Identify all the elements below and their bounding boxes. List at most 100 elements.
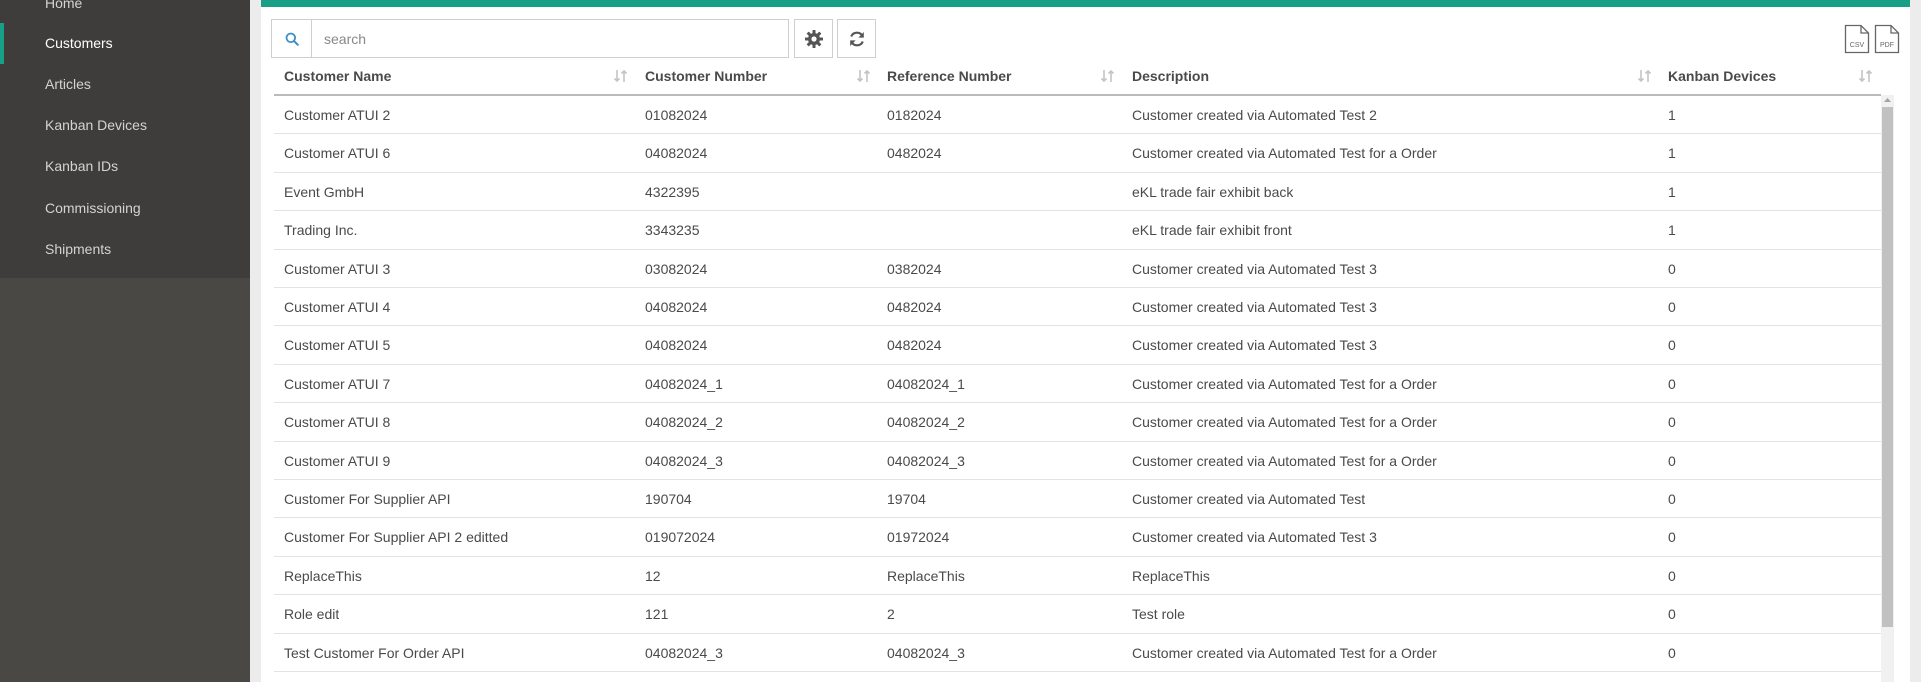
cell-customer-number: 04082024_3 xyxy=(645,644,723,661)
scroll-up-arrow-icon[interactable] xyxy=(1881,95,1894,105)
cell-reference-number: 0482024 xyxy=(887,299,942,315)
cell-reference-number: 04082024_2 xyxy=(887,414,965,431)
cell-customer-name: Customer ATUI 9 xyxy=(284,452,391,469)
cell-description: ReplaceThis xyxy=(1132,567,1210,584)
cell-description: Customer created via Automated Test 3 xyxy=(1132,260,1377,277)
table-row[interactable]: Event GmbH 4322395 eKL trade fair exhibit … xyxy=(274,173,1881,212)
cell-customer-name: Customer ATUI 3 xyxy=(284,260,391,277)
table-row[interactable]: Customer ATUI 7 04082024_1 04082024_1 Custo… xyxy=(274,365,1881,404)
table-row[interactable]: Trading Inc. 3343235 eKL trade fair exhibi… xyxy=(274,211,1881,250)
sort-icon[interactable] xyxy=(856,68,872,84)
sidebar-item-commissioning[interactable]: Commissioning xyxy=(0,188,250,229)
cell-kanban-devices: 1 xyxy=(1668,107,1676,123)
cell-description: Test role xyxy=(1132,606,1185,623)
table-header: Customer Name Customer Number Reference … xyxy=(274,59,1881,96)
cell-customer-number: 12 xyxy=(645,567,661,584)
cell-reference-number: 2 xyxy=(887,606,895,623)
cell-customer-name: Customer ATUI 5 xyxy=(284,337,391,354)
table-row[interactable]: Customer ATUI 8 04082024_2 04082024_2 Custo… xyxy=(274,403,1881,442)
cell-customer-name: Customer For Supplier API 2 editted xyxy=(284,529,509,546)
search-box xyxy=(271,19,789,58)
cell-kanban-devices: 0 xyxy=(1668,491,1676,507)
search-input[interactable] xyxy=(313,20,783,57)
table-row[interactable]: Role edit 121 2 Test role 0 xyxy=(274,595,1881,634)
cell-customer-name: Customer ATUI 4 xyxy=(284,299,391,315)
cell-customer-name: Customer ATUI 2 xyxy=(284,107,391,123)
cell-description: Customer created via Automated Test for … xyxy=(1132,145,1437,162)
table-row[interactable]: ReplaceThis 12 ReplaceThis ReplaceThis 0 xyxy=(274,557,1881,596)
column-header-customer-number[interactable]: Customer Number xyxy=(645,59,767,94)
sidebar: Home Customers Articles Kanban Devices K… xyxy=(0,0,250,682)
refresh-button[interactable] xyxy=(837,19,876,58)
sidebar-item-articles[interactable]: Articles xyxy=(0,64,250,105)
cell-customer-number: 3343235 xyxy=(645,222,700,239)
sort-icon[interactable] xyxy=(613,68,629,84)
cell-kanban-devices: 0 xyxy=(1668,337,1676,354)
cell-customer-number: 4322395 xyxy=(645,183,700,200)
cell-kanban-devices: 0 xyxy=(1668,414,1676,431)
export-pdf-button[interactable]: PDF xyxy=(1874,24,1900,54)
cell-customer-name: Customer ATUI 7 xyxy=(284,375,391,392)
cell-customer-number: 190704 xyxy=(645,491,692,507)
table-scrollbar[interactable] xyxy=(1881,95,1894,682)
cell-customer-number: 04082024_1 xyxy=(645,375,723,392)
scrollbar-thumb[interactable] xyxy=(1882,107,1893,627)
table-row[interactable]: Customer For Supplier API 190704 19704 Cust… xyxy=(274,480,1881,519)
sort-icon[interactable] xyxy=(1100,68,1116,84)
cell-customer-name: Event GmbH xyxy=(284,183,365,200)
cell-customer-number: 121 xyxy=(645,606,669,623)
content-panel: CSV PDF Customer Name Customer Number Re… xyxy=(261,0,1910,682)
export-csv-button[interactable]: CSV xyxy=(1844,24,1870,54)
cell-customer-number: 04082024 xyxy=(645,299,708,315)
cell-description: Customer created via Automated Test 3 xyxy=(1132,337,1377,354)
sidebar-item-kanban-devices[interactable]: Kanban Devices xyxy=(0,105,250,146)
refresh-icon xyxy=(849,31,864,46)
sidebar-item-customers[interactable]: Customers xyxy=(0,23,250,64)
table-row[interactable]: Test Customer For Order API 04082024_3 040… xyxy=(274,634,1881,672)
sidebar-item-kanban-ids[interactable]: Kanban IDs xyxy=(0,146,250,187)
column-header-kanban-devices[interactable]: Kanban Devices xyxy=(1668,59,1776,94)
sort-icon[interactable] xyxy=(1858,68,1874,84)
cell-reference-number: 19704 xyxy=(887,491,926,507)
sort-icon[interactable] xyxy=(1637,68,1653,84)
svg-text:CSV: CSV xyxy=(1850,42,1865,49)
cell-description: Customer created via Automated Test for … xyxy=(1132,644,1437,661)
cell-description: Customer created via Automated Test for … xyxy=(1132,375,1437,392)
column-header-description[interactable]: Description xyxy=(1132,59,1209,94)
sidebar-item-home[interactable]: Home xyxy=(0,0,250,24)
cell-reference-number: 0182024 xyxy=(887,107,942,123)
pdf-file-icon: PDF xyxy=(1874,24,1900,54)
cell-kanban-devices: 0 xyxy=(1668,644,1676,661)
table-row[interactable]: Customer For Supplier API 2 editted 01907… xyxy=(274,518,1881,557)
cell-reference-number: 0482024 xyxy=(887,145,942,162)
settings-button[interactable] xyxy=(794,19,833,58)
table-row[interactable]: Customer ATUI 9 04082024_3 04082024_3 Custo… xyxy=(274,442,1881,480)
cell-kanban-devices: 0 xyxy=(1668,299,1676,315)
table-row[interactable]: Customer ATUI 3 03082024 0382024 Customer c… xyxy=(274,250,1881,288)
cell-kanban-devices: 1 xyxy=(1668,183,1676,200)
table-row[interactable]: Customer ATUI 2 01082024 0182024 Customer c… xyxy=(274,96,1881,135)
svg-text:PDF: PDF xyxy=(1880,42,1894,49)
cell-kanban-devices: 0 xyxy=(1668,606,1676,623)
gear-icon xyxy=(804,29,823,48)
accent-bar xyxy=(261,0,1910,7)
cell-kanban-devices: 1 xyxy=(1668,145,1676,162)
sidebar-menu: Home Customers Articles Kanban Devices K… xyxy=(0,0,250,278)
table-row[interactable]: Customer ATUI 5 04082024 0482024 Customer c… xyxy=(274,326,1881,365)
cell-customer-number: 019072024 xyxy=(645,529,716,546)
search-icon[interactable] xyxy=(272,20,312,57)
table-row[interactable]: Customer ATUI 4 04082024 0482024 Customer c… xyxy=(274,288,1881,327)
column-header-reference-number[interactable]: Reference Number xyxy=(887,59,1012,94)
column-header-customer-name[interactable]: Customer Name xyxy=(284,59,391,94)
cell-reference-number: 0382024 xyxy=(887,260,942,277)
sidebar-item-shipments[interactable]: Shipments xyxy=(0,229,250,270)
cell-customer-name: Customer ATUI 8 xyxy=(284,414,391,431)
cell-description: Customer created via Automated Test 3 xyxy=(1132,529,1377,546)
cell-reference-number: 0482024 xyxy=(887,337,942,354)
cell-description: Customer created via Automated Test 2 xyxy=(1132,107,1377,123)
cell-description: Customer created via Automated Test for … xyxy=(1132,452,1437,469)
cell-kanban-devices: 0 xyxy=(1668,452,1676,469)
cell-reference-number: 04082024_3 xyxy=(887,644,965,661)
table-row[interactable]: Customer ATUI 6 04082024 0482024 Customer c… xyxy=(274,134,1881,173)
cell-customer-number: 03082024 xyxy=(645,260,708,277)
